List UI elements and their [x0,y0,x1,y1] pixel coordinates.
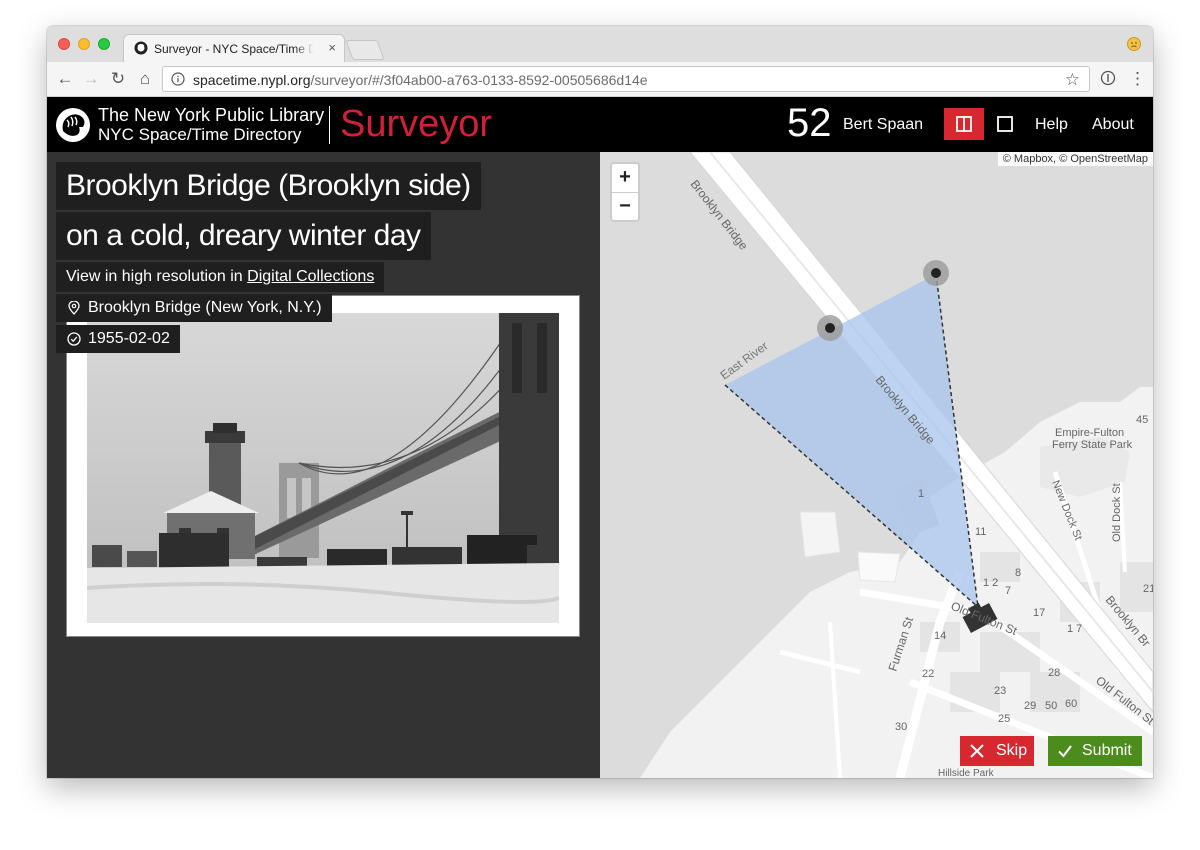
minimize-window-button[interactable] [78,38,90,50]
zoom-in-button[interactable]: + [612,164,638,193]
label-n28: 28 [1048,667,1060,679]
building [980,632,1040,672]
item-title-line1: Brooklyn Bridge (Brooklyn side) [56,162,481,210]
item-title-line2: on a cold, dreary winter day [56,212,431,260]
zoom-window-button[interactable] [98,38,110,50]
map-canvas[interactable]: Brooklyn Bridge Brooklyn Bridge Brooklyn… [600,152,1153,778]
date-row: 1955-02-02 [56,325,180,353]
user-name[interactable]: Bert Spaan [843,116,923,134]
label-park-2: Ferry State Park [1052,439,1133,451]
new-tab-button[interactable] [345,40,385,60]
close-window-button[interactable] [58,38,70,50]
label-n60: 60 [1065,698,1077,710]
home-button[interactable]: ⌂ [135,69,155,89]
tab-surveyor[interactable]: Surveyor - NYC Space/Time Directory × [123,34,345,62]
label-n29: 29 [1024,700,1036,712]
label-n12: 1 2 [983,577,998,589]
map-attribution[interactable]: © Mapbox, © OpenStreetMap [997,152,1153,166]
reload-button[interactable]: ↻ [108,69,128,89]
star-icon[interactable]: ☆ [1065,70,1080,90]
label-n21: 21 [1143,583,1153,595]
location-row: Brooklyn Bridge (New York, N.Y.) [56,294,332,322]
url-text: spacetime.nypl.org/surveyor/#/3f04ab00-a… [193,72,648,88]
app-header: The New York Public Library NYC Space/Ti… [47,97,1153,152]
submit-label: Submit [1082,742,1132,759]
label-hillside: Hillside Park [938,768,995,778]
label-n50: 50 [1045,700,1057,712]
tab-title: Surveyor - NYC Space/Time Directory [154,42,314,56]
label-n8: 8 [1015,567,1021,579]
info-icon[interactable] [171,72,185,86]
browser-toolbar: ← → ↻ ⌂ spacetime.nypl.org/surveyor/#/3f… [47,62,1153,97]
url-host: spacetime.nypl.org [193,72,311,88]
submit-button[interactable]: Submit [1048,736,1142,766]
clock-icon [67,332,81,346]
digital-collections-link[interactable]: Digital Collections [247,268,374,285]
pier [799,511,841,558]
label-old-dock: Old Dock St [1111,483,1123,542]
app-title[interactable]: Surveyor [340,103,492,146]
label-n45: 45 [1136,414,1148,426]
skip-button[interactable]: Skip [960,736,1034,766]
check-icon [1058,745,1072,758]
tab-close-icon[interactable]: × [328,40,336,55]
url-path: /surveyor/#/3f04ab00-a763-0133-8592-0050… [310,72,648,88]
tab-strip: Surveyor - NYC Space/Time Directory × [47,26,1153,62]
split-view-button[interactable] [944,108,984,140]
label-n11: 11 [975,526,986,538]
org-subtitle: NYC Space/Time Directory [98,125,302,144]
browser-window: Surveyor - NYC Space/Time Directory × ← … [47,26,1153,778]
org-name: The New York Public Library [98,105,325,125]
label-n14: 14 [934,630,946,642]
label-n1: 1 [918,488,924,500]
label-park-1: Empire-Fulton [1055,427,1124,439]
back-button[interactable]: ← [55,69,75,89]
item-panel: Brooklyn Bridge (Brooklyn side) on a col… [47,152,600,778]
label-n23: 23 [994,685,1006,697]
about-link[interactable]: About [1092,116,1134,134]
extension-icon[interactable] [1100,70,1116,86]
favicon-icon [134,41,148,55]
label-n17b: 1 7 [1067,623,1082,635]
address-bar[interactable]: spacetime.nypl.org/surveyor/#/3f04ab00-a… [162,66,1090,92]
score-count: 52 [787,101,832,145]
target-handle-dot [825,323,835,333]
hires-prefix: View in high resolution in [66,268,248,285]
zoom-control: + − [610,162,640,222]
profile-icon[interactable] [1127,37,1141,51]
map-panel[interactable]: Brooklyn Bridge Brooklyn Bridge Brooklyn… [600,152,1153,778]
zoom-out-button[interactable]: − [612,193,638,220]
photo-image [87,313,559,623]
date-text: 1955-02-02 [88,330,170,347]
location-text: Brooklyn Bridge (New York, N.Y.) [88,299,322,316]
close-icon [970,744,984,758]
label-n17: 17 [1033,607,1045,619]
pier-2 [857,551,901,583]
single-view-icon [997,116,1013,132]
angle-handle-dot [931,268,941,278]
label-n30: 30 [895,721,907,733]
skip-label: Skip [996,742,1028,759]
field-of-view[interactable] [725,274,978,607]
help-link[interactable]: Help [1035,116,1068,134]
label-n7: 7 [1005,585,1011,597]
nypl-lion-icon[interactable] [55,107,91,143]
split-view-icon [956,116,972,132]
hires-text: View in high resolution in Digital Colle… [56,262,385,292]
label-n25: 25 [998,713,1010,725]
header-divider [329,106,330,144]
label-n22: 22 [922,668,934,680]
forward-button[interactable]: → [81,69,101,89]
menu-icon[interactable]: ⋮ [1129,69,1146,89]
location-pin-icon [68,301,80,315]
single-view-button[interactable] [991,108,1019,140]
